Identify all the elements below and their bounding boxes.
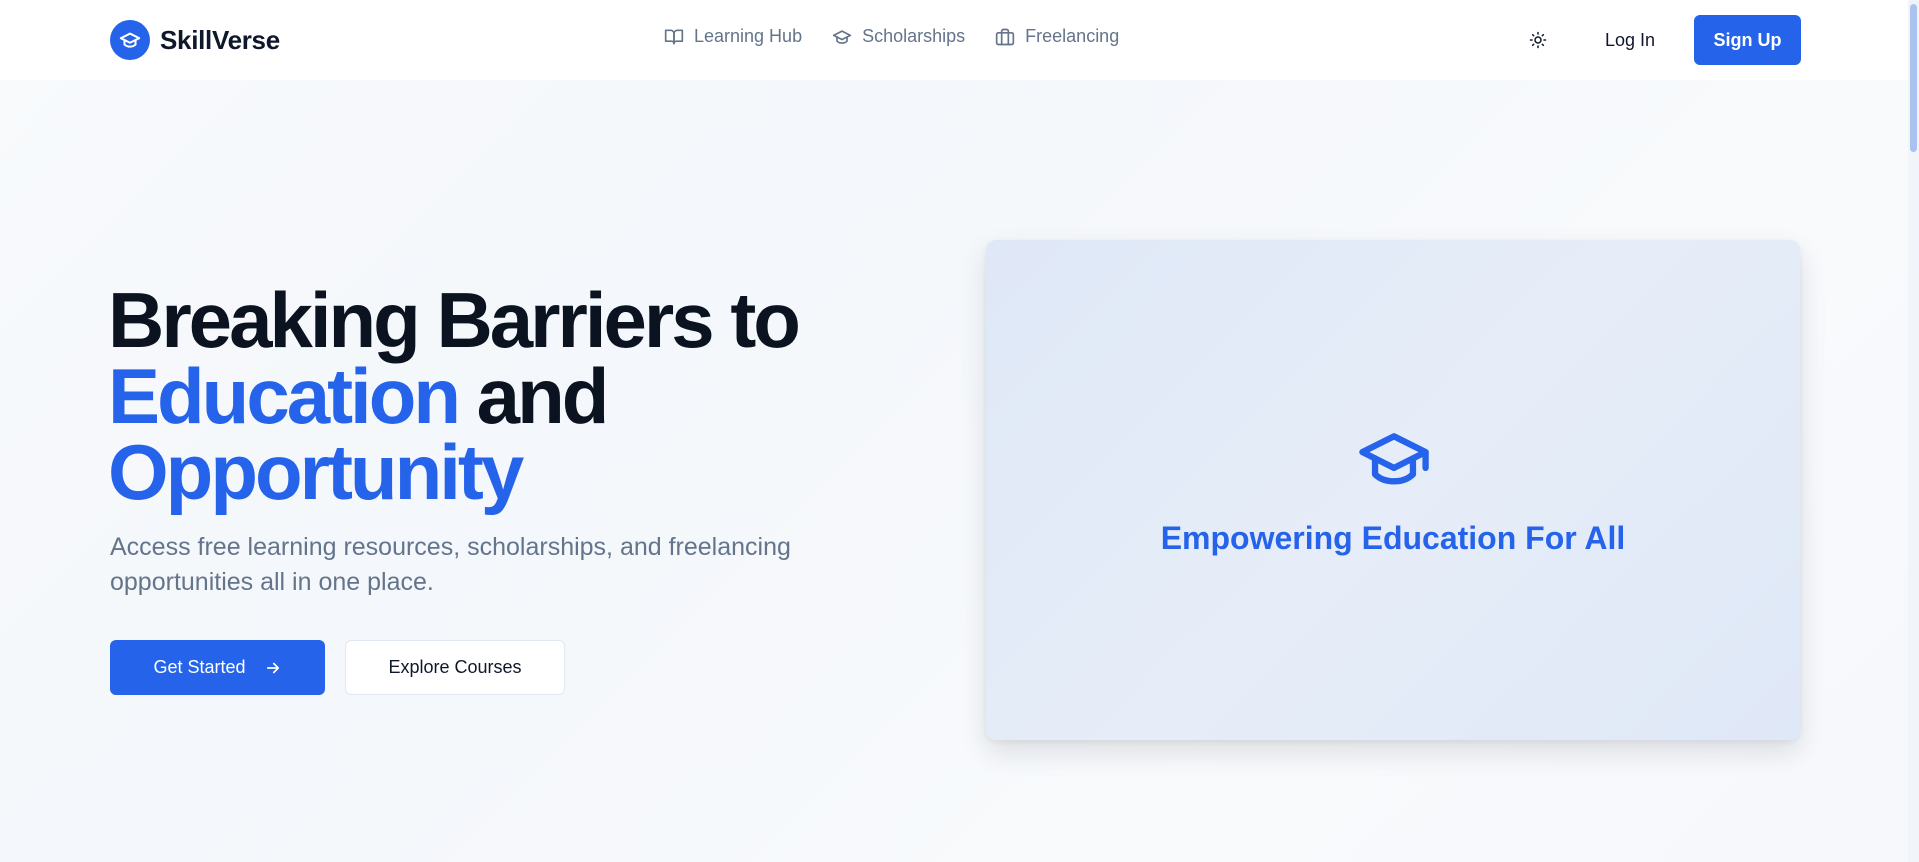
main-nav: Learning Hub Scholarships Freelancing xyxy=(664,26,1149,47)
nav-label: Freelancing xyxy=(1025,26,1120,46)
nav-item-freelancing[interactable]: Freelancing xyxy=(995,26,1119,47)
sun-icon xyxy=(1529,31,1547,49)
explore-courses-button[interactable]: Explore Courses xyxy=(345,640,565,695)
top-navbar: SkillVerse Learning Hub Scholarships Fre… xyxy=(0,0,1908,80)
hero-title: Breaking Barriers to Education and Oppor… xyxy=(108,281,908,511)
nav-item-scholarships[interactable]: Scholarships xyxy=(832,26,965,47)
get-started-label: Get Started xyxy=(153,657,246,677)
graduation-cap-icon xyxy=(832,29,852,44)
nav-label: Learning Hub xyxy=(694,26,803,46)
scrollbar-thumb[interactable] xyxy=(1910,4,1917,152)
page-scrollbar[interactable] xyxy=(1908,0,1919,862)
hero-title-accent-opportunity: Opportunity xyxy=(108,428,524,516)
brand[interactable]: SkillVerse xyxy=(110,20,280,60)
brand-name: SkillVerse xyxy=(160,24,280,55)
theme-toggle-button[interactable] xyxy=(1526,28,1550,52)
briefcase-icon xyxy=(995,28,1015,45)
get-started-button[interactable]: Get Started xyxy=(110,640,325,695)
arrow-right-icon xyxy=(266,662,279,673)
hero-title-accent-education: Education xyxy=(108,352,461,440)
nav-item-learning-hub[interactable]: Learning Hub xyxy=(664,26,802,47)
book-open-icon xyxy=(664,29,684,45)
signup-button[interactable]: Sign Up xyxy=(1694,15,1801,65)
graduation-cap-icon xyxy=(110,20,150,60)
page: SkillVerse Learning Hub Scholarships Fre… xyxy=(0,0,1919,862)
hero-title-line1: Breaking Barriers to xyxy=(108,276,801,364)
hero-subtitle: Access free learning resources, scholars… xyxy=(110,533,791,596)
login-button[interactable]: Log In xyxy=(1585,25,1675,55)
graduation-cap-icon xyxy=(1359,433,1429,485)
card-title: Empowering Education For All xyxy=(1160,520,1626,556)
hero-feature-card: Empowering Education For All xyxy=(986,240,1800,740)
nav-label: Scholarships xyxy=(862,26,966,46)
hero-title-mid: and xyxy=(458,352,610,440)
